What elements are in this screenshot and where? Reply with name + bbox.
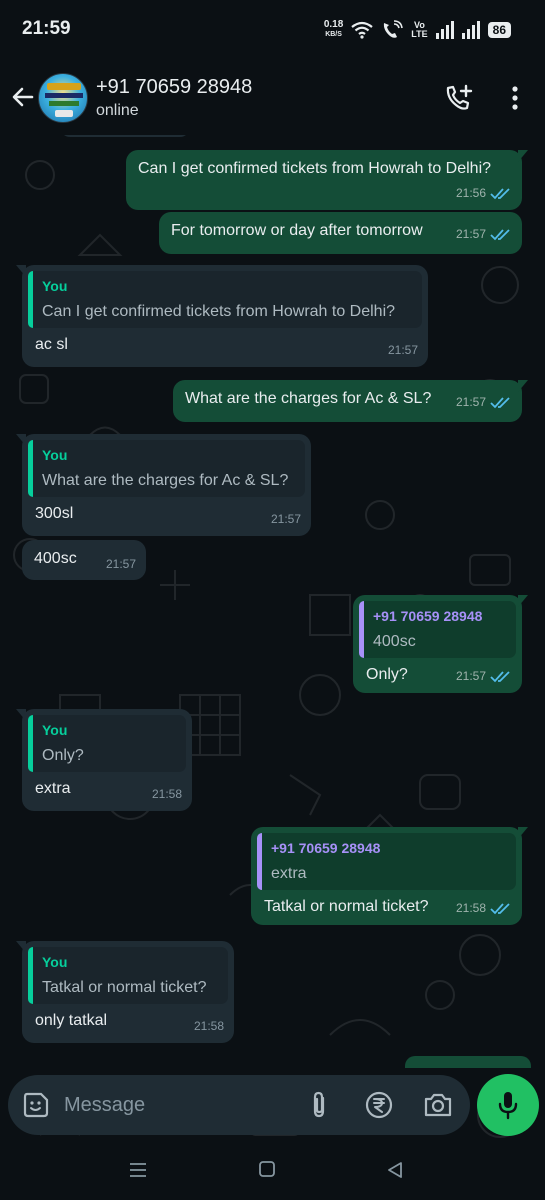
message-time: 21:58 [151, 787, 182, 801]
read-ticks-icon [490, 670, 510, 682]
quote-author: +91 70659 28948 [271, 840, 381, 856]
message-time: 21:58 [455, 901, 486, 915]
read-ticks-icon [490, 902, 510, 914]
message-meta: 21:58 [152, 784, 182, 805]
add-call-icon[interactable] [445, 84, 473, 112]
quote-text: Can I get confirmed tickets from Howrah … [42, 303, 396, 320]
quoted-message[interactable]: +91 70659 28948 400sc [359, 601, 516, 658]
incoming-message[interactable]: You Only? extra 21:58 [16, 709, 192, 811]
message-input[interactable] [64, 1089, 284, 1121]
message-time: 21:57 [455, 669, 486, 683]
outgoing-message[interactable]: +91 70659 28948 extra Tatkal or normal t… [251, 827, 528, 925]
message-meta: 21:57 [106, 554, 136, 575]
incoming-message[interactable]: You Can I get confirmed tickets from How… [16, 265, 428, 367]
mic-button[interactable] [477, 1074, 539, 1136]
message-meta: 21:57 [456, 666, 512, 687]
message-meta: 21:57 [456, 224, 512, 245]
system-nav-bar [0, 1140, 545, 1200]
nav-back-icon[interactable] [386, 1160, 404, 1180]
message-time: 21:57 [105, 557, 136, 571]
quoted-message[interactable]: You Tatkal or normal ticket? [28, 947, 228, 1004]
message-meta: 21:57 [388, 340, 418, 361]
message-time: 21:57 [455, 395, 486, 409]
quote-text: extra [271, 865, 307, 882]
quoted-message[interactable]: You What are the charges for Ac & SL? [28, 440, 305, 497]
message-bubble-partial [60, 135, 190, 137]
quote-author: +91 70659 28948 [373, 608, 483, 624]
volte-indicator: Vo LTE [411, 20, 428, 39]
battery-indicator: 86 [487, 22, 511, 38]
read-ticks-icon [490, 228, 510, 240]
message-meta: 21:58 [456, 898, 512, 919]
message-list[interactable]: Can I get confirmed tickets from Howrah … [0, 135, 545, 1200]
home-icon[interactable] [258, 1160, 276, 1178]
outgoing-message[interactable]: +91 70659 28948 400sc Only? 21:57 [353, 595, 528, 693]
message-time: 21:57 [270, 512, 301, 526]
incoming-message[interactable]: 400sc 21:57 [22, 540, 146, 580]
camera-icon[interactable] [422, 1090, 454, 1120]
quote-author: You [42, 954, 68, 970]
message-meta: 21:56 [456, 183, 512, 204]
back-arrow-icon[interactable] [10, 84, 36, 110]
wifi-icon [351, 21, 373, 39]
avatar[interactable] [38, 73, 88, 123]
outgoing-message[interactable]: What are the charges for Ac & SL? 21:57 [173, 380, 528, 422]
outgoing-message[interactable]: Can I get confirmed tickets from Howrah … [126, 150, 528, 210]
message-meta: 21:57 [271, 509, 301, 530]
quoted-message[interactable]: +91 70659 28948 extra [257, 833, 516, 890]
wifi-calling-icon [384, 20, 404, 38]
quote-text: Only? [42, 747, 84, 764]
message-time: 21:58 [193, 1019, 224, 1033]
signal-sim2-icon [461, 21, 480, 39]
message-bubble-partial [405, 1056, 531, 1068]
message-meta: 21:58 [194, 1016, 224, 1037]
read-ticks-icon [490, 187, 510, 199]
recent-apps-icon[interactable] [128, 1162, 148, 1178]
clock: 21:59 [22, 18, 71, 39]
more-vert-icon[interactable] [506, 84, 524, 112]
message-time: 21:56 [455, 186, 486, 200]
sticker-icon[interactable] [22, 1091, 50, 1119]
incoming-message[interactable]: You Tatkal or normal ticket? only tatkal… [16, 941, 234, 1043]
quote-author: You [42, 447, 68, 463]
quote-text: Tatkal or normal ticket? [42, 979, 207, 996]
quote-author: You [42, 278, 68, 294]
quoted-message[interactable]: You Can I get confirmed tickets from How… [28, 271, 422, 328]
contact-status: online [96, 102, 139, 119]
outgoing-message[interactable]: For tomorrow or day after tomorrow 21:57 [159, 212, 522, 254]
network-speed: 0.18 KB/S [323, 19, 344, 39]
contact-name[interactable]: +91 70659 28948 [96, 76, 252, 99]
status-bar: 21:59 0.18 KB/S Vo LTE 86 [0, 0, 545, 60]
quoted-message[interactable]: You Only? [28, 715, 186, 772]
paperclip-icon[interactable] [304, 1090, 334, 1120]
quote-text: 400sc [373, 633, 416, 650]
message-meta: 21:57 [456, 392, 512, 413]
message-text: ac sl [35, 336, 68, 353]
rupee-icon[interactable] [364, 1090, 394, 1120]
message-text: 300sl [35, 505, 74, 522]
status-icons: 0.18 KB/S Vo LTE 86 [324, 18, 511, 42]
quote-text: What are the charges for Ac & SL? [42, 472, 289, 489]
message-composer [8, 1075, 470, 1135]
mic-icon [498, 1092, 518, 1120]
read-ticks-icon [490, 396, 510, 408]
signal-sim1-icon [435, 21, 454, 39]
message-time: 21:57 [387, 343, 418, 357]
message-time: 21:57 [455, 227, 486, 241]
quote-author: You [42, 722, 68, 738]
incoming-message[interactable]: You What are the charges for Ac & SL? 30… [16, 434, 311, 536]
message-text: Can I get confirmed tickets from Howrah … [138, 160, 492, 177]
chat-header: +91 70659 28948 online [0, 60, 545, 135]
